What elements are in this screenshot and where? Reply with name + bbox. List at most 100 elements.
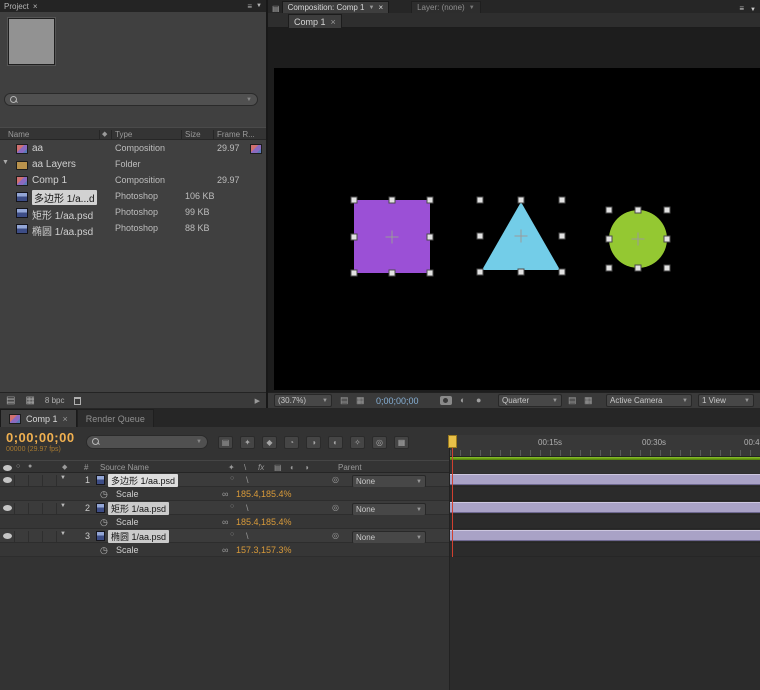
tab-menu-arrow-icon[interactable]: ▼: [469, 5, 475, 11]
composition-viewport[interactable]: [268, 28, 760, 392]
track-row[interactable]: [450, 473, 760, 487]
project-row-selected[interactable]: 多边形 1/a...d Photoshop 106 KB: [0, 189, 266, 205]
selection-handle[interactable]: [664, 265, 671, 272]
selected-square-layer[interactable]: [354, 200, 430, 273]
constrain-link-icon[interactable]: ∞: [222, 545, 228, 555]
selection-handle[interactable]: [351, 197, 358, 204]
brainstorm-button[interactable]: ✧: [350, 436, 365, 449]
property-name[interactable]: Scale: [116, 545, 139, 555]
label-column-icon[interactable]: ◆: [102, 130, 107, 138]
selection-handle[interactable]: [606, 207, 613, 214]
layer-duration-bar[interactable]: [450, 502, 760, 513]
track-area[interactable]: [450, 473, 760, 557]
timeline-tab-render-queue[interactable]: Render Queue: [77, 409, 154, 427]
current-time-indicator-handle[interactable]: [448, 435, 457, 448]
selection-handle[interactable]: [518, 197, 525, 204]
quality-switch-icon[interactable]: \: [246, 531, 249, 541]
selection-handle[interactable]: [559, 233, 566, 240]
project-tab-close-icon[interactable]: ×: [33, 2, 38, 11]
tab-layer[interactable]: Layer: (none) ▼: [411, 1, 481, 13]
parent-column[interactable]: Parent: [338, 463, 362, 472]
layer-row[interactable]: ▼ 1 多边形 1/aa.psd ○ \ ◎ None ▼: [0, 473, 450, 487]
tab-close-icon[interactable]: ×: [378, 3, 383, 12]
selection-handle[interactable]: [635, 265, 642, 272]
item-name[interactable]: Comp 1: [32, 175, 67, 186]
item-name[interactable]: 矩形 1/aa.psd: [32, 207, 93, 222]
selection-handle[interactable]: [606, 236, 613, 243]
hide-shy-button[interactable]: ◔: [284, 436, 299, 449]
active-camera-dropdown[interactable]: Active Camera ▼: [606, 394, 692, 407]
item-name[interactable]: aa Layers: [32, 159, 76, 170]
graph-editor-button[interactable]: ▦: [394, 436, 409, 449]
selection-handle[interactable]: [518, 269, 525, 276]
auto-keyframe-button[interactable]: ◎: [372, 436, 387, 449]
folder-expander-icon[interactable]: ▼: [2, 159, 9, 166]
quality-switch-icon[interactable]: \: [246, 475, 249, 485]
motion-blur-button[interactable]: ◐: [328, 436, 343, 449]
comp-viewer-tab[interactable]: Comp 1 ×: [288, 14, 342, 28]
project-row[interactable]: 矩形 1/aa.psd Photoshop 99 KB: [0, 205, 266, 221]
project-row[interactable]: 椭圆 1/aa.psd Photoshop 88 KB: [0, 221, 266, 237]
switch-mark-icon[interactable]: ○: [230, 475, 234, 482]
live-update-button[interactable]: ✦: [240, 436, 255, 449]
layer-name[interactable]: 多边形 1/aa.psd: [108, 474, 178, 487]
project-row[interactable]: aa Composition 29.97: [0, 141, 266, 157]
work-area-bar[interactable]: [450, 457, 760, 460]
selection-handle[interactable]: [606, 265, 613, 272]
property-name[interactable]: Scale: [116, 517, 139, 527]
col-size[interactable]: Size: [185, 130, 201, 139]
layer-expander-icon[interactable]: ▼: [60, 503, 66, 509]
timeline-divider[interactable]: [449, 435, 450, 690]
switch-mark-icon[interactable]: ○: [230, 531, 234, 538]
anchor-point-icon[interactable]: [632, 233, 645, 246]
show-channel-icon[interactable]: ●: [476, 395, 481, 405]
anchor-point-icon[interactable]: [515, 230, 528, 243]
parent-pickwhip-icon[interactable]: ◎: [332, 531, 339, 540]
search-options-icon[interactable]: ▼: [196, 439, 202, 445]
stopwatch-icon[interactable]: ◷: [100, 545, 108, 556]
layer-name[interactable]: 椭圆 1/aa.psd: [108, 530, 169, 543]
mask-visibility-icon[interactable]: ▦: [356, 395, 365, 406]
scale-value[interactable]: 185.4,185.4%: [236, 489, 292, 499]
selection-handle[interactable]: [635, 207, 642, 214]
constrain-link-icon[interactable]: ∞: [222, 517, 228, 527]
selection-handle[interactable]: [351, 270, 358, 277]
new-folder-icon[interactable]: ▦: [25, 395, 34, 406]
scale-value[interactable]: 157.3,157.3%: [236, 545, 292, 555]
search-options-icon[interactable]: ▼: [246, 97, 252, 103]
selection-handle[interactable]: [389, 197, 396, 204]
property-row[interactable]: ◷ Scale ∞ 157.3,157.3%: [0, 543, 450, 557]
quality-switch-icon[interactable]: \: [246, 503, 249, 513]
col-type[interactable]: Type: [115, 130, 132, 139]
panel-menu-icon[interactable]: ≡: [739, 4, 744, 13]
frame-blend-button[interactable]: ◑: [306, 436, 321, 449]
property-row[interactable]: ◷ Scale ∞ 185.4,185.4%: [0, 515, 450, 529]
parent-pickwhip-icon[interactable]: ◎: [332, 475, 339, 484]
source-name-column[interactable]: Source Name: [100, 463, 149, 472]
selection-handle[interactable]: [427, 270, 434, 277]
scale-value[interactable]: 185.4,185.4%: [236, 517, 292, 527]
selection-handle[interactable]: [664, 207, 671, 214]
interpret-footage-icon[interactable]: ▤: [6, 395, 15, 406]
layer-expander-icon[interactable]: ▼: [60, 475, 66, 481]
layer-row[interactable]: ▼ 3 椭圆 1/aa.psd ○ \ ◎ None ▼: [0, 529, 450, 543]
magnification-dropdown[interactable]: (30.7%) ▼: [274, 394, 332, 407]
visibility-eye-icon[interactable]: [3, 505, 12, 511]
viewer-timecode[interactable]: 0;00;00;00: [376, 396, 419, 406]
selection-handle[interactable]: [477, 197, 484, 204]
selection-handle[interactable]: [664, 236, 671, 243]
track-row[interactable]: [450, 529, 760, 543]
selection-handle[interactable]: [477, 233, 484, 240]
selection-handle[interactable]: [351, 233, 358, 240]
project-tab[interactable]: Project: [4, 2, 29, 11]
show-snapshot-icon[interactable]: ◐: [460, 395, 465, 405]
property-row[interactable]: ◷ Scale ∞ 185.4,185.4%: [0, 487, 450, 501]
stopwatch-icon[interactable]: ◷: [100, 489, 108, 500]
property-name[interactable]: Scale: [116, 489, 139, 499]
project-search-input[interactable]: ▼: [4, 93, 258, 106]
selection-handle[interactable]: [559, 197, 566, 204]
anchor-point-icon[interactable]: [386, 230, 399, 243]
visibility-eye-icon[interactable]: [3, 477, 12, 483]
selection-handle[interactable]: [477, 269, 484, 276]
tab-close-icon[interactable]: ×: [63, 414, 68, 424]
